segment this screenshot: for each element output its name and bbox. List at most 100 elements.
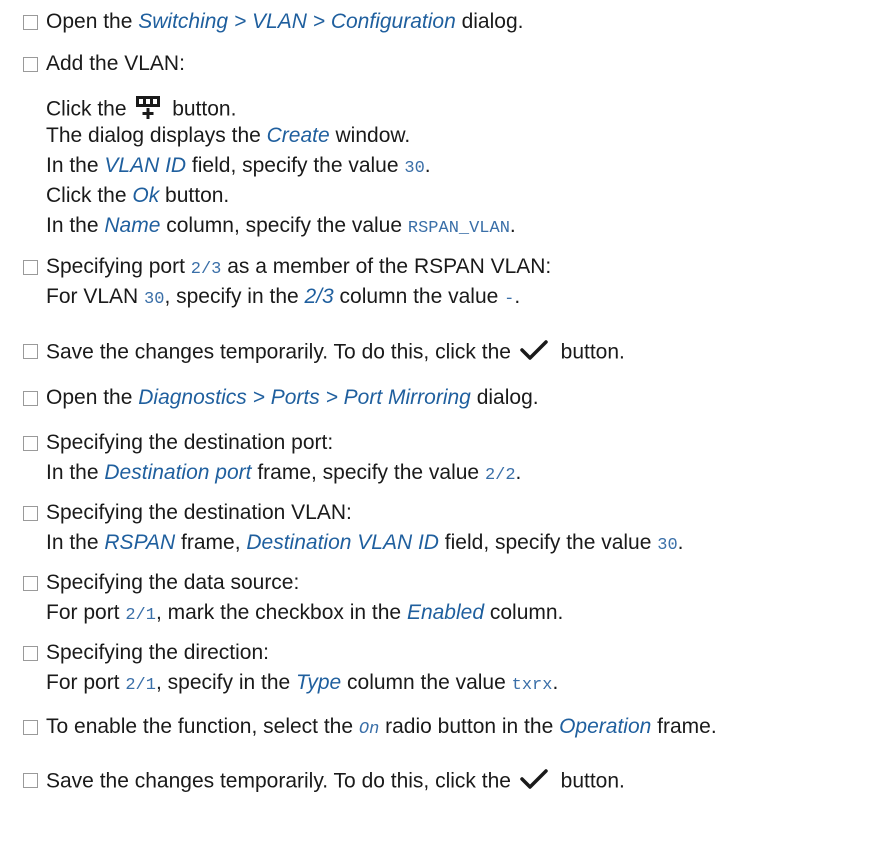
text-run: column, specify the value: [160, 214, 408, 237]
text-run: .: [515, 461, 522, 484]
text-run: In the: [46, 531, 105, 554]
value-code: 30: [144, 290, 165, 309]
step-checkbox[interactable]: [23, 57, 38, 72]
text-run: , specify in the: [155, 671, 297, 694]
step-subline: Click the Ok button.: [46, 184, 229, 208]
value-code: 2/2: [484, 466, 516, 485]
step-text: Specifying the destination VLAN:: [46, 501, 352, 525]
text-run: , mark the checkbox in the: [155, 601, 407, 624]
dialog-path: Switching > VLAN > Configuration: [138, 10, 456, 33]
step-checkbox[interactable]: [23, 436, 38, 451]
text-run: button.: [159, 184, 230, 207]
step-subline: In the Destination port frame, specify t…: [46, 461, 521, 488]
field-name: VLAN ID: [104, 154, 187, 177]
text-run: Click the: [46, 97, 133, 121]
step-subline: Click the button.: [46, 94, 236, 126]
window-name: Create: [266, 124, 330, 147]
step-checkbox[interactable]: [23, 720, 38, 735]
text-run: Specifying the data source:: [46, 571, 300, 594]
value-code: 2/1: [125, 676, 156, 695]
step-text: Specifying the destination port:: [46, 431, 333, 455]
step-text: Open the Switching > VLAN > Configuratio…: [46, 10, 523, 34]
value-code: 2/1: [125, 606, 156, 625]
step-text: Save the changes temporarily. To do this…: [46, 768, 625, 796]
field-name: Destination VLAN ID: [246, 531, 439, 554]
step-subline: The dialog displays the Create window.: [46, 124, 410, 148]
text-run: The dialog displays the: [46, 124, 267, 147]
text-run: as a member of the RSPAN VLAN:: [221, 255, 552, 278]
text-run: In the: [46, 154, 105, 177]
text-run: Specifying port: [46, 255, 191, 278]
value-code: RSPAN_VLAN: [407, 219, 510, 238]
text-run: button.: [554, 340, 625, 364]
value-code: -: [504, 290, 515, 309]
value-code: 30: [404, 159, 425, 178]
text-run: Save the changes temporarily. To do this…: [46, 340, 517, 364]
step-checkbox[interactable]: [23, 260, 38, 275]
checkmark-icon: [519, 339, 549, 367]
value-code: 30: [657, 536, 678, 555]
step-checkbox[interactable]: [23, 646, 38, 661]
frame-name: Destination port: [104, 461, 252, 484]
text-run: To enable the function, select the: [46, 715, 359, 738]
text-run: window.: [329, 124, 411, 147]
step-text: To enable the function, select the On ra…: [46, 715, 717, 742]
button-name: Ok: [132, 184, 160, 207]
add-table-row-icon: [134, 94, 162, 126]
step-text: Save the changes temporarily. To do this…: [46, 339, 625, 367]
step-text: Open the Diagnostics > Ports > Port Mirr…: [46, 386, 539, 410]
value-code: On: [358, 720, 380, 739]
text-run: Specifying the destination VLAN:: [46, 501, 352, 524]
dialog-path: Diagnostics > Ports > Port Mirroring: [138, 386, 471, 409]
text-run: frame.: [651, 715, 717, 738]
column-name: 2/3: [304, 285, 334, 308]
text-run: .: [509, 214, 516, 237]
step-checkbox[interactable]: [23, 391, 38, 406]
text-run: Open the: [46, 10, 139, 33]
value-code: 2/3: [190, 260, 222, 279]
step-subline: For port 2/1, mark the checkbox in the E…: [46, 601, 563, 628]
frame-name: Operation: [559, 715, 652, 738]
checkmark-icon: [519, 768, 549, 796]
step-checkbox[interactable]: [23, 15, 38, 30]
step-text: Specifying port 2/3 as a member of the R…: [46, 255, 551, 282]
step-subline: In the Name column, specify the value RS…: [46, 214, 516, 241]
step-text: Specifying the data source:: [46, 571, 299, 595]
text-run: For VLAN: [46, 285, 145, 308]
text-run: column.: [484, 601, 564, 624]
text-run: button.: [554, 769, 625, 793]
text-run: .: [677, 531, 684, 554]
step-checkbox[interactable]: [23, 576, 38, 591]
text-run: .: [514, 285, 521, 308]
step-checkbox[interactable]: [23, 344, 38, 359]
text-run: button.: [166, 97, 237, 121]
step-text: Specifying the direction:: [46, 641, 269, 665]
text-run: .: [552, 671, 559, 694]
text-run: For port: [46, 601, 126, 624]
step-text: Add the VLAN:: [46, 52, 185, 76]
frame-name: RSPAN: [104, 531, 176, 554]
step-subline: For VLAN 30, specify in the 2/3 column t…: [46, 285, 520, 312]
text-run: column the value: [341, 671, 512, 694]
value-code: txrx: [511, 676, 553, 695]
text-run: field, specify the value: [186, 154, 405, 177]
text-run: column the value: [333, 285, 505, 308]
text-run: Specifying the destination port:: [46, 431, 334, 454]
text-run: dialog.: [470, 386, 539, 409]
step-checkbox[interactable]: [23, 506, 38, 521]
text-run: For port: [46, 671, 126, 694]
text-run: radio button in the: [379, 715, 560, 738]
text-run: Add the VLAN:: [46, 52, 185, 75]
column-name: Name: [104, 214, 161, 237]
column-name: Enabled: [406, 601, 485, 624]
text-run: Click the: [46, 184, 133, 207]
text-run: Open the: [46, 386, 139, 409]
text-run: field, specify the value: [438, 531, 658, 554]
step-checkbox[interactable]: [23, 773, 38, 788]
text-run: frame, specify the value: [251, 461, 485, 484]
step-subline: For port 2/1, specify in the Type column…: [46, 671, 558, 698]
text-run: In the: [46, 461, 105, 484]
text-run: frame,: [175, 531, 247, 554]
text-run: dialog.: [455, 10, 524, 33]
text-run: , specify in the: [164, 285, 305, 308]
